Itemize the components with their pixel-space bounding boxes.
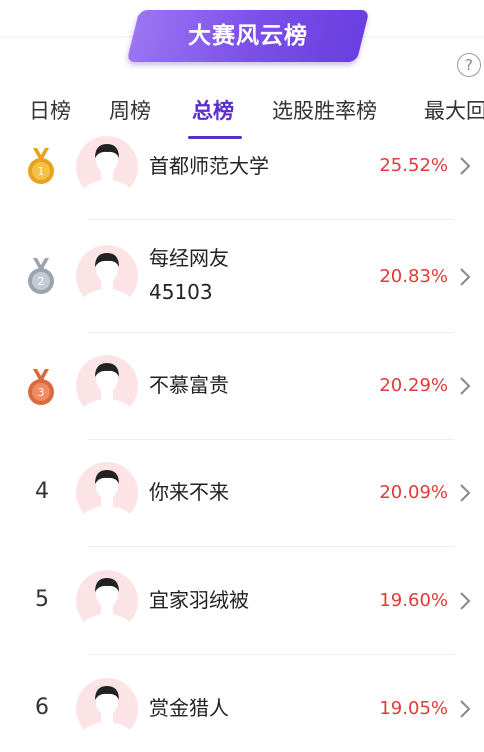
user-name: 赏金猎人 bbox=[149, 696, 229, 720]
list-item[interactable]: 6 赏金猎人 19.05% bbox=[0, 655, 484, 752]
user-name: 不慕富贵 bbox=[149, 373, 229, 397]
user-name-line2: 45103 bbox=[149, 280, 213, 304]
bronze-medal-icon: 3 bbox=[28, 369, 54, 405]
chevron-right-icon bbox=[460, 484, 471, 502]
medal-number: 3 bbox=[38, 386, 45, 399]
rank-number: 5 bbox=[35, 587, 49, 612]
list-item[interactable]: 4 你来不来 20.09% bbox=[0, 440, 484, 547]
list-item[interactable]: 5 宜家羽绒被 19.60% bbox=[0, 547, 484, 655]
banner-title: 大赛风云榜 bbox=[188, 23, 308, 49]
gold-medal-icon: 1 bbox=[28, 148, 54, 184]
chevron-right-icon bbox=[460, 157, 471, 175]
return-rate: 20.29% bbox=[379, 375, 448, 396]
return-rate: 20.09% bbox=[379, 482, 448, 503]
chevron-right-icon bbox=[460, 700, 471, 718]
list-item[interactable]: 1 首都师范大学 25.52% bbox=[0, 112, 484, 220]
list-item[interactable]: 3 不慕富贵 20.29% bbox=[0, 333, 484, 440]
silver-medal-icon: 2 bbox=[28, 258, 54, 294]
chevron-right-icon bbox=[460, 268, 471, 286]
avatar bbox=[76, 678, 138, 740]
avatar bbox=[76, 570, 138, 632]
user-name: 首都师范大学 bbox=[149, 154, 269, 178]
avatar bbox=[76, 136, 138, 198]
return-rate: 19.60% bbox=[379, 590, 448, 611]
medal-number: 1 bbox=[38, 165, 45, 178]
avatar bbox=[76, 245, 138, 307]
user-name: 宜家羽绒被 bbox=[149, 588, 249, 612]
ranking-list: 1 首都师范大学 25.52% 2 每经网友 45103 20.83% 3 不慕… bbox=[0, 112, 484, 752]
help-icon[interactable]: ? bbox=[457, 53, 481, 77]
avatar bbox=[76, 355, 138, 417]
avatar bbox=[76, 462, 138, 524]
return-rate: 19.05% bbox=[379, 698, 448, 719]
return-rate: 25.52% bbox=[379, 155, 448, 176]
user-name: 你来不来 bbox=[149, 480, 229, 504]
return-rate: 20.83% bbox=[379, 266, 448, 287]
chevron-right-icon bbox=[460, 592, 471, 610]
rank-number: 6 bbox=[35, 695, 49, 720]
medal-number: 2 bbox=[38, 275, 45, 288]
user-name: 每经网友 bbox=[149, 246, 229, 270]
rank-number: 4 bbox=[35, 479, 49, 504]
list-item[interactable]: 2 每经网友 45103 20.83% bbox=[0, 220, 484, 333]
chevron-right-icon bbox=[460, 377, 471, 395]
